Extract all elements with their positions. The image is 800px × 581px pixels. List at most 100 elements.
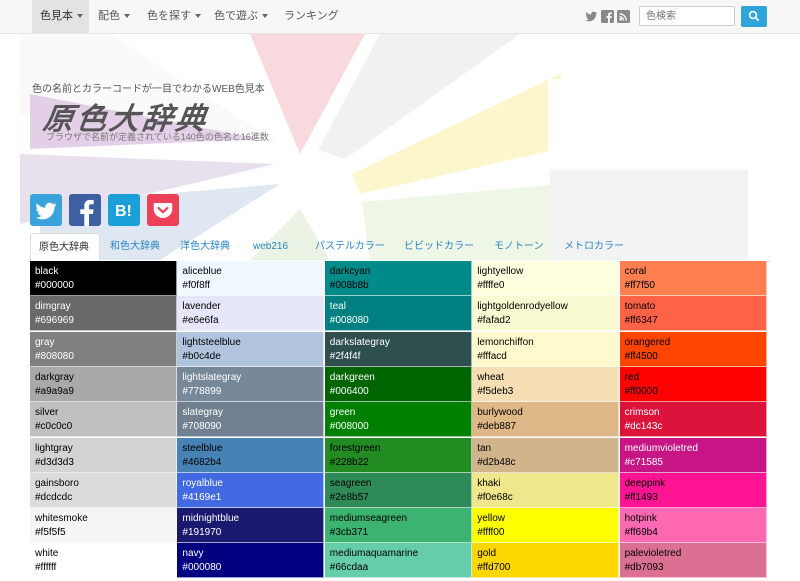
nav-item-play-with-color[interactable]: 色で遊ぶ — [206, 0, 276, 33]
color-swatch-mediumseagreen[interactable]: mediumseagreen #3cb371 — [324, 508, 472, 544]
nav-item-color-schemes[interactable]: 配色 — [90, 0, 138, 33]
tab-western-colors[interactable]: 洋色大辞典 — [172, 233, 238, 260]
site-header: 色の名前とカラーコードが一目でわかるWEB色見本 原色大辞典 ブラウザで名前が定… — [0, 34, 800, 260]
color-swatch-lightsteelblue[interactable]: lightsteelblue #b0c4de — [177, 331, 325, 367]
color-swatch-darkslategray[interactable]: darkslategray #2f4f4f — [324, 331, 472, 367]
color-swatch-coral[interactable]: coral #ff7f50 — [619, 261, 767, 296]
color-swatch-navy[interactable]: navy #000080 — [177, 543, 325, 579]
color-swatch-deeppink[interactable]: deeppink #ff1493 — [619, 472, 767, 508]
color-swatch-mediumvioletred[interactable]: mediumvioletred #c71585 — [619, 437, 767, 473]
color-swatch-grid: black #000000 dimgray #696969 gray #808080 dar… — [30, 261, 770, 581]
color-swatch-crimson[interactable]: crimson #dc143c — [619, 402, 767, 438]
color-swatch-black[interactable]: black #000000 — [30, 261, 177, 296]
color-hex-code: #c0c0c0 — [35, 421, 73, 433]
color-swatch-lightgray[interactable]: lightgray #d3d3d3 — [30, 437, 177, 473]
rss-icon[interactable] — [617, 10, 630, 23]
color-name: navy — [182, 548, 204, 560]
color-name: wheat — [477, 371, 504, 383]
color-swatch-gold[interactable]: gold #ffd700 — [472, 543, 620, 579]
nav-item-color-samples[interactable]: 色見本 — [32, 0, 89, 33]
share-facebook-button[interactable] — [69, 194, 101, 226]
color-hex-code: #ff69b4 — [624, 527, 658, 539]
color-swatch-khaki[interactable]: khaki #f0e68c — [472, 472, 620, 508]
color-swatch-hotpink[interactable]: hotpink #ff69b4 — [619, 508, 767, 544]
color-name: steelblue — [182, 442, 223, 454]
nav-item-ranking[interactable]: ランキング — [276, 0, 347, 33]
color-swatch-slategray[interactable]: slategray #708090 — [177, 402, 325, 438]
color-swatch-red[interactable]: red #ff0000 — [619, 366, 767, 402]
color-name: gray — [35, 336, 55, 348]
color-swatch-tomato[interactable]: tomato #ff6347 — [619, 296, 767, 332]
color-swatch-burlywood[interactable]: burlywood #deb887 — [472, 402, 620, 438]
color-swatch-darkgreen[interactable]: darkgreen #006400 — [324, 366, 472, 402]
top-navbar: 色見本 配色 色を探す 色で遊ぶ ランキング — [0, 0, 800, 34]
color-swatch-white[interactable]: white #ffffff — [30, 543, 177, 579]
search-input[interactable] — [639, 6, 735, 26]
color-swatch-tan[interactable]: tan #d2b48c — [472, 437, 620, 473]
color-hex-code: #2f4f4f — [329, 350, 361, 362]
tab-web216[interactable]: web216 — [245, 233, 296, 260]
color-name: lightyellow — [477, 266, 524, 277]
color-swatch-lightyellow[interactable]: lightyellow #ffffe0 — [472, 261, 620, 296]
color-swatch-green[interactable]: green #008000 — [324, 402, 472, 438]
caret-down-icon — [77, 14, 83, 19]
nav-item-find-color[interactable]: 色を探す — [139, 0, 209, 33]
color-swatch-yellow[interactable]: yellow #ffff00 — [472, 508, 620, 544]
color-swatch-palevioletred[interactable]: palevioletred #db7093 — [619, 543, 767, 579]
tab-vivid-colors[interactable]: ビビッドカラー — [396, 233, 482, 260]
tab-japanese-colors[interactable]: 和色大辞典 — [102, 233, 168, 260]
color-swatch-teal[interactable]: teal #008080 — [324, 296, 472, 332]
color-name: gainsboro — [35, 477, 79, 489]
color-hex-code: #008000 — [329, 421, 369, 433]
color-swatch-aliceblue[interactable]: aliceblue #f0f8ff — [177, 261, 325, 296]
tab-metro-colors[interactable]: メトロカラー — [556, 233, 632, 260]
caret-down-icon — [195, 14, 201, 19]
facebook-icon[interactable] — [601, 10, 614, 23]
color-swatch-orangered[interactable]: orangered #ff4500 — [619, 331, 767, 367]
color-swatch-dimgray[interactable]: dimgray #696969 — [30, 296, 177, 332]
color-hex-code: #778899 — [182, 385, 222, 397]
color-swatch-royalblue[interactable]: royalblue #4169e1 — [177, 472, 325, 508]
color-swatch-silver[interactable]: silver #c0c0c0 — [30, 402, 177, 438]
twitter-icon[interactable] — [585, 10, 598, 23]
color-swatch-mediumaquamarine[interactable]: mediumaquamarine #66cdaa — [324, 543, 472, 579]
color-swatch-lemonchiffon[interactable]: lemonchiffon #fffacd — [472, 331, 620, 367]
color-swatch-darkgray[interactable]: darkgray #a9a9a9 — [30, 366, 177, 402]
color-swatch-lavender[interactable]: lavender #e6e6fa — [177, 296, 325, 332]
color-name: black — [35, 266, 59, 277]
color-swatch-forestgreen[interactable]: forestgreen #228b22 — [324, 437, 472, 473]
color-swatch-darkcyan[interactable]: darkcyan #008b8b — [324, 261, 472, 296]
color-swatch-midnightblue[interactable]: midnightblue #191970 — [177, 508, 325, 544]
color-hex-code: #deb887 — [477, 421, 517, 433]
color-hex-code: #808080 — [35, 350, 74, 362]
color-swatch-steelblue[interactable]: steelblue #4682b4 — [177, 437, 325, 473]
search-button[interactable] — [741, 6, 767, 27]
share-hatena-bookmark-button[interactable]: B! — [108, 194, 140, 226]
tab-pastel-colors[interactable]: パステルカラー — [307, 233, 393, 260]
ad-area — [548, 79, 748, 169]
color-swatch-lightgoldenrodyellow[interactable]: lightgoldenrodyellow #fafad2 — [472, 296, 620, 332]
color-swatch-gainsboro[interactable]: gainsboro #dcdcdc — [30, 472, 177, 508]
color-name: forestgreen — [329, 442, 381, 454]
color-name: mediumseagreen — [329, 513, 408, 525]
color-swatch-gray[interactable]: gray #808080 — [30, 331, 177, 367]
share-twitter-button[interactable] — [30, 194, 62, 226]
color-swatch-seagreen[interactable]: seagreen #2e8b57 — [324, 472, 472, 508]
caret-down-icon — [262, 14, 268, 19]
color-swatch-lightslategray[interactable]: lightslategray #778899 — [177, 366, 325, 402]
hatena-bookmark-icon: B! — [115, 203, 132, 220]
color-hex-code: #008b8b — [329, 280, 369, 291]
share-pocket-button[interactable] — [147, 194, 179, 226]
tab-monotone[interactable]: モノトーン — [486, 233, 552, 260]
color-swatch-whitesmoke[interactable]: whitesmoke #f5f5f5 — [30, 508, 177, 544]
color-name: teal — [329, 301, 346, 313]
color-hex-code: #ffffff — [35, 562, 57, 574]
color-swatch-wheat[interactable]: wheat #f5deb3 — [472, 366, 620, 402]
color-name: lemonchiffon — [477, 336, 534, 348]
site-subtitle: ブラウザで名前が定義されている140色の色名と16進数 — [46, 132, 269, 142]
color-hex-code: #dc143c — [624, 421, 663, 433]
tab-primary-colors[interactable]: 原色大辞典 — [30, 233, 100, 261]
color-name: lightgray — [35, 442, 73, 454]
site-tagline: 色の名前とカラーコードが一目でわかるWEB色見本 — [32, 84, 265, 95]
color-name: darkgray — [35, 371, 74, 383]
